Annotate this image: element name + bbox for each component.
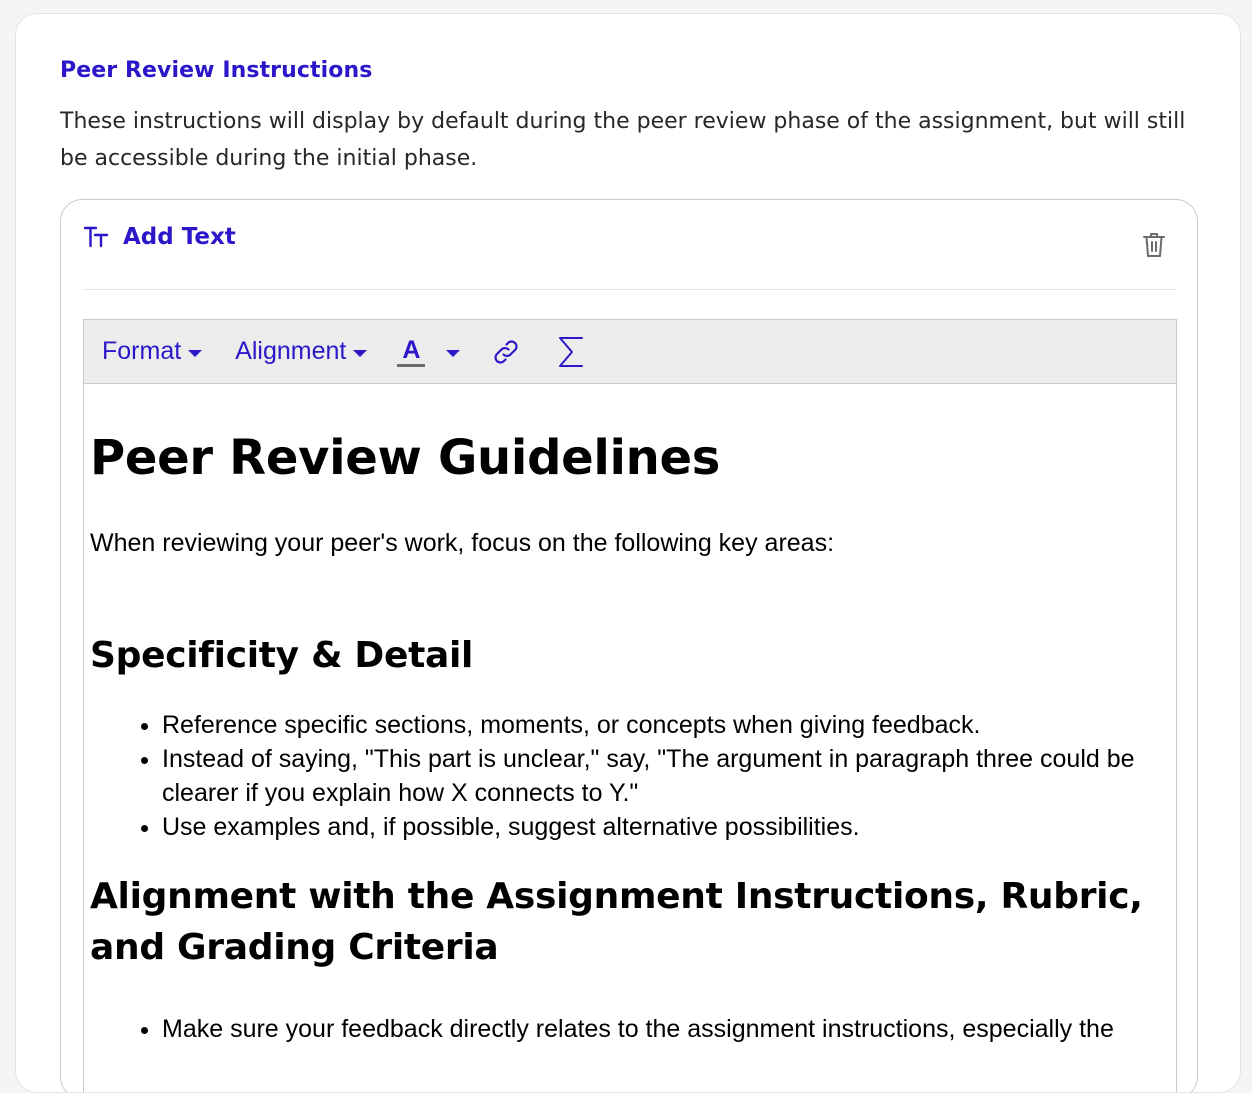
format-dropdown[interactable]: Format (102, 337, 203, 366)
text-block-card: Add Text Format Alignment A Peer Review … (60, 199, 1198, 1092)
editor-toolbar: Format Alignment A (84, 320, 1176, 384)
insert-link-button[interactable] (490, 335, 522, 369)
add-text-button[interactable]: Add Text (83, 224, 236, 250)
alignment-label: Alignment (235, 337, 347, 365)
insert-equation-button[interactable] (555, 335, 587, 369)
document-title: Peer Review Guidelines (90, 430, 721, 486)
section-heading-alignment: Alignment with the Assignment Instructio… (90, 876, 1143, 968)
section-description: These instructions will display by defau… (60, 109, 1186, 171)
alignment-dropdown[interactable]: Alignment (235, 337, 368, 366)
chevron-down-icon (353, 349, 368, 357)
header-divider (83, 289, 1175, 290)
sigma-icon (559, 336, 584, 367)
chevron-down-icon (446, 349, 461, 357)
rich-text-editor[interactable]: Format Alignment A Peer Review Guideline… (83, 319, 1177, 1092)
text-color-icon: A (397, 336, 426, 367)
chevron-down-icon (188, 349, 203, 357)
document-intro: When reviewing your peer's work, focus o… (90, 529, 835, 557)
delete-block-button[interactable] (1141, 230, 1167, 260)
list-item: Make sure your feedback directly relates… (162, 1012, 1170, 1046)
add-text-label: Add Text (123, 224, 236, 250)
list-item: Instead of saying, "This part is unclear… (162, 742, 1170, 810)
link-icon (494, 339, 518, 364)
specificity-list: Reference specific sections, moments, or… (90, 708, 1170, 844)
text-color-dropdown[interactable]: A (397, 336, 461, 367)
format-label: Format (102, 337, 182, 365)
section-heading-specificity: Specificity & Detail (90, 635, 474, 676)
section-heading: Peer Review Instructions (60, 58, 373, 83)
list-item: Use examples and, if possible, suggest a… (162, 810, 1170, 844)
list-item: Reference specific sections, moments, or… (162, 708, 1170, 742)
text-size-icon (83, 226, 109, 248)
trash-icon (1143, 233, 1165, 257)
editor-content[interactable]: Peer Review Guidelines When reviewing yo… (84, 428, 1176, 1046)
text-block-header: Add Text (61, 200, 1197, 290)
alignment-list: Make sure your feedback directly relates… (90, 1012, 1170, 1046)
peer-review-instructions-card: Peer Review Instructions These instructi… (15, 13, 1241, 1093)
